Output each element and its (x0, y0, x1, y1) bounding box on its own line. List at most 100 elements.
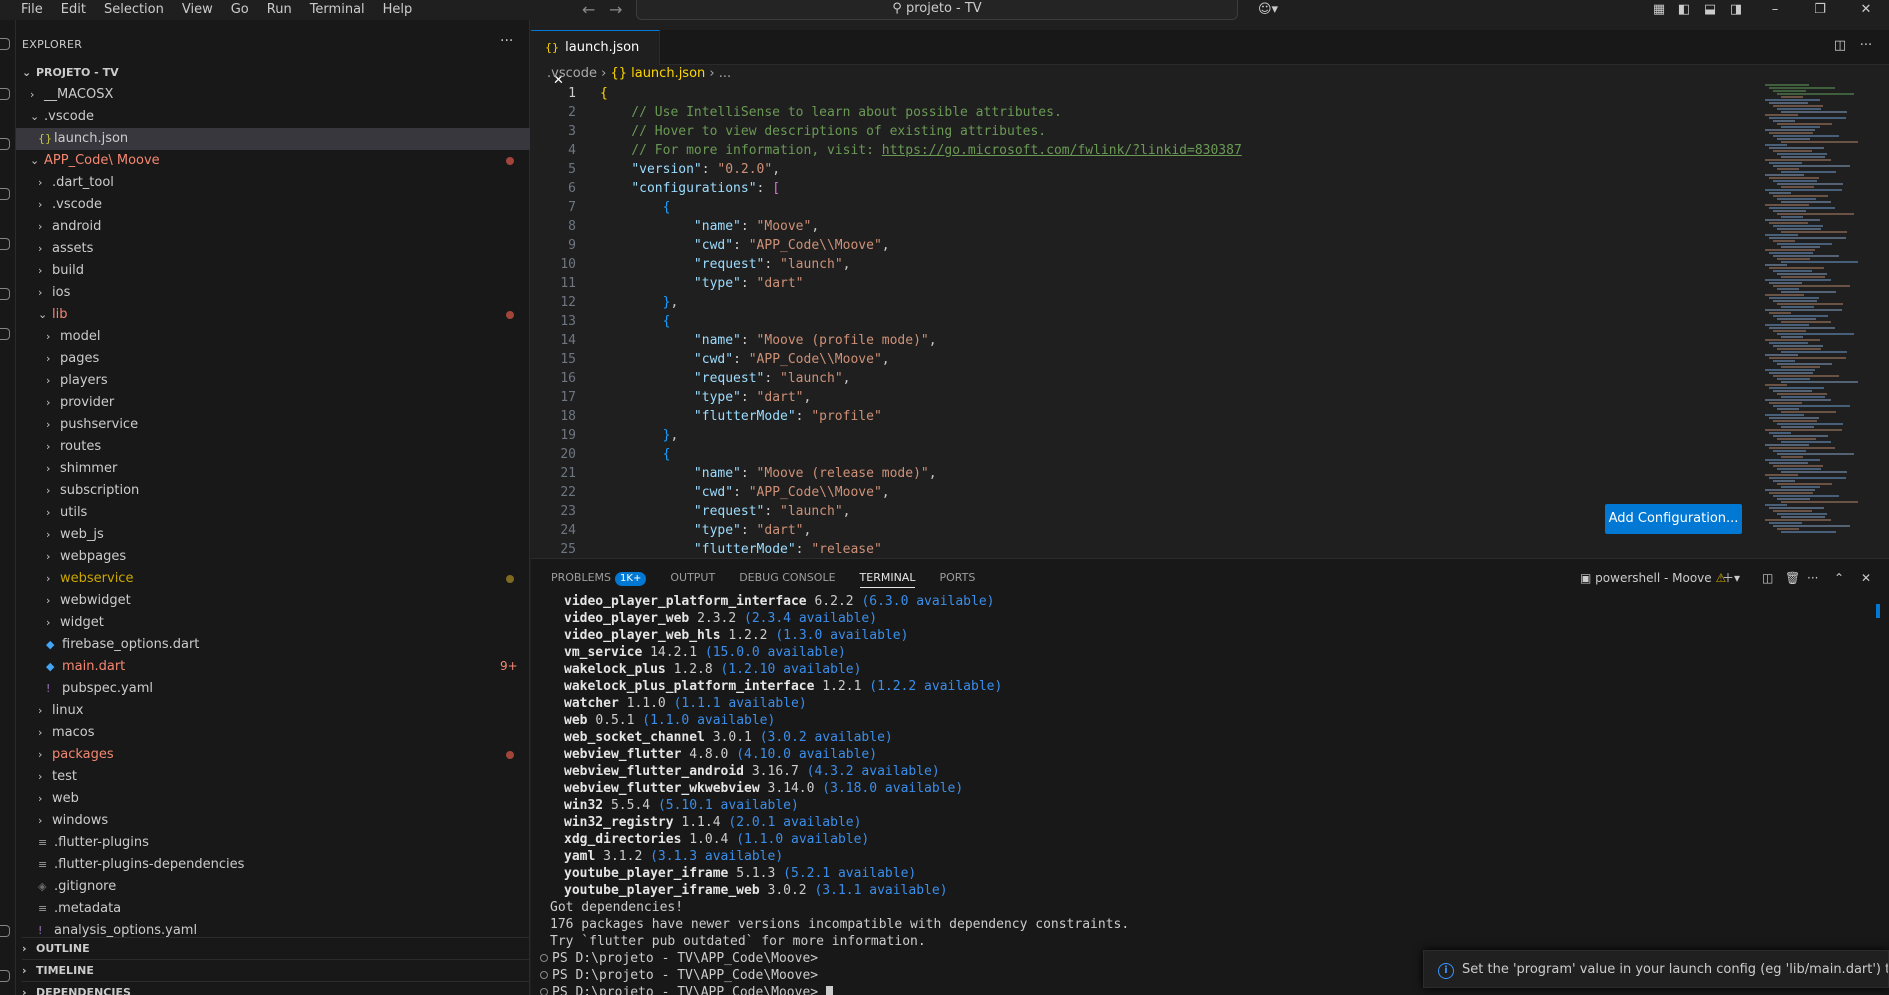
minimap-line (1777, 123, 1832, 125)
close-panel-icon[interactable]: ✕ (1861, 568, 1871, 588)
folder-item[interactable]: › test (16, 766, 530, 788)
panel-tab-problems[interactable]: PROBLEMS 1K+ (551, 568, 647, 588)
folder-item[interactable]: › web (16, 788, 530, 810)
close-window-icon[interactable]: ✕ (1854, 0, 1878, 20)
folder-item[interactable]: › utils (16, 502, 530, 524)
file-item[interactable]: ≡ .flutter-plugins-dependencies (16, 854, 530, 876)
folder-item[interactable]: › webwidget (16, 590, 530, 612)
restore-icon[interactable]: ❐ (1808, 0, 1832, 20)
panel-more-icon[interactable]: ··· (1807, 568, 1818, 588)
file-item[interactable]: ≡ .metadata (16, 898, 530, 920)
file-item[interactable]: ! pubspec.yaml (16, 678, 530, 700)
folder-item[interactable]: › build (16, 260, 530, 282)
minimap-line (1781, 321, 1831, 323)
folder-item[interactable]: ⌄ lib (16, 304, 530, 326)
explorer-more-actions-icon[interactable]: ··· (500, 33, 513, 49)
menu-item-edit[interactable]: Edit (52, 0, 95, 20)
menu-item-terminal[interactable]: Terminal (301, 0, 374, 20)
panel-tab-output[interactable]: OUTPUT (670, 568, 715, 588)
folder-item[interactable]: › model (16, 326, 530, 348)
outline-section[interactable]: › OUTLINE (22, 937, 530, 959)
editor-more-actions-icon[interactable]: ··· (1854, 36, 1878, 56)
available-version: (15.0.0 available) (704, 645, 846, 660)
toggle-primary-sidebar-icon[interactable]: ◧ (1672, 0, 1696, 20)
timeline-section[interactable]: › TIMELINE (22, 959, 530, 981)
panel-tab-terminal[interactable]: TERMINAL (859, 568, 916, 588)
menu-item-file[interactable]: File (12, 0, 52, 20)
folder-item[interactable]: › ios (16, 282, 530, 304)
file-item[interactable]: ◆ firebase_options.dart (16, 634, 530, 656)
folder-item[interactable]: › subscription (16, 480, 530, 502)
minimize-icon[interactable]: – (1763, 0, 1787, 20)
panel-tab-ports[interactable]: PORTS (939, 568, 975, 588)
menu-item-selection[interactable]: Selection (95, 0, 173, 20)
breadcrumb-folder[interactable]: .vscode (547, 66, 597, 81)
source-control-icon[interactable] (0, 138, 10, 150)
kill-terminal-icon[interactable]: 🗑 (1785, 568, 1800, 588)
dependencies-section[interactable]: › DEPENDENCIES (22, 981, 530, 995)
folder-item[interactable]: › macos (16, 722, 530, 744)
folder-item[interactable]: › assets (16, 238, 530, 260)
menu-item-run[interactable]: Run (258, 0, 301, 20)
folder-item[interactable]: › .dart_tool (16, 172, 530, 194)
add-configuration-button[interactable]: Add Configuration... (1605, 504, 1742, 534)
minimap[interactable] (1765, 84, 1875, 554)
menu-item-help[interactable]: Help (374, 0, 422, 20)
tab-launch-json[interactable]: {} launch.json ✕ (531, 30, 660, 88)
terminal-output[interactable]: video_player_platform_interface 6.2.2 (6… (540, 593, 1850, 995)
folder-item[interactable]: › webpages (16, 546, 530, 568)
folder-item[interactable]: › widget (16, 612, 530, 634)
folder-item[interactable]: ⌄ .vscode (16, 106, 530, 128)
folder-item[interactable]: ⌄ APP_Code\ Moove (16, 150, 530, 172)
run-debug-icon[interactable] (0, 188, 10, 200)
file-item[interactable]: ◈ .gitignore (16, 876, 530, 898)
folder-item[interactable]: › .vscode (16, 194, 530, 216)
back-arrow-icon[interactable]: ← (582, 0, 595, 20)
folder-item[interactable]: › pages (16, 348, 530, 370)
code-line: }, (662, 428, 679, 443)
forward-arrow-icon[interactable]: → (609, 0, 622, 20)
copilot-icon[interactable]: ☺▾ (1252, 0, 1284, 20)
folder-item[interactable]: › __MACOSX (16, 84, 530, 106)
folder-item[interactable]: › webservice (16, 568, 530, 590)
notification-toast[interactable]: i Set the 'program' value in your launch … (1423, 950, 1889, 988)
file-item[interactable]: ◆ main.dart (16, 656, 530, 678)
customize-layout-icon[interactable]: ▦ (1647, 0, 1671, 20)
toggle-panel-icon[interactable]: ⬓ (1698, 0, 1722, 20)
file-item[interactable]: {} launch.json (16, 128, 530, 150)
folder-item[interactable]: › windows (16, 810, 530, 832)
breadcrumb-file[interactable]: {} launch.json (610, 66, 705, 81)
code-view[interactable]: { // Use IntelliSense to learn about pos… (600, 84, 1750, 559)
folder-item[interactable]: › android (16, 216, 530, 238)
manage-gear-icon[interactable] (0, 970, 10, 982)
file-item[interactable]: ≡ .flutter-plugins (16, 832, 530, 854)
toggle-secondary-sidebar-icon[interactable]: ◨ (1724, 0, 1748, 20)
breadcrumb-symbol[interactable]: ... (719, 66, 731, 81)
split-terminal-icon[interactable]: ◫ (1762, 568, 1773, 588)
folder-item[interactable]: › packages (16, 744, 530, 766)
menu-item-go[interactable]: Go (222, 0, 258, 20)
workspace-root[interactable]: ⌄ PROJETO - TV (22, 62, 530, 84)
terminal-instance[interactable]: ▣ powershell - Moove ⚠ (1580, 568, 1726, 588)
terminal-scroll-marker[interactable] (1876, 604, 1880, 618)
explorer-icon[interactable] (0, 38, 10, 50)
flutter-icon[interactable] (0, 328, 10, 340)
folder-item[interactable]: › routes (16, 436, 530, 458)
folder-item[interactable]: › web_js (16, 524, 530, 546)
folder-item[interactable]: › shimmer (16, 458, 530, 480)
maximize-panel-icon[interactable]: ⌃ (1834, 568, 1844, 588)
folder-item[interactable]: › provider (16, 392, 530, 414)
folder-item[interactable]: › linux (16, 700, 530, 722)
search-view-icon[interactable] (0, 88, 10, 100)
account-icon[interactable] (0, 925, 10, 937)
new-terminal-icon[interactable]: ＋▾ (1722, 568, 1740, 588)
command-center-search[interactable]: ⚲ projeto - TV (636, 0, 1238, 20)
minimap-line (1773, 450, 1806, 452)
menu-item-view[interactable]: View (173, 0, 222, 20)
folder-item[interactable]: › pushservice (16, 414, 530, 436)
extensions-icon[interactable] (0, 238, 10, 250)
testing-icon[interactable] (0, 288, 10, 300)
split-editor-icon[interactable]: ◫ (1828, 36, 1852, 56)
folder-item[interactable]: › players (16, 370, 530, 392)
panel-tab-debug-console[interactable]: DEBUG CONSOLE (739, 568, 835, 588)
